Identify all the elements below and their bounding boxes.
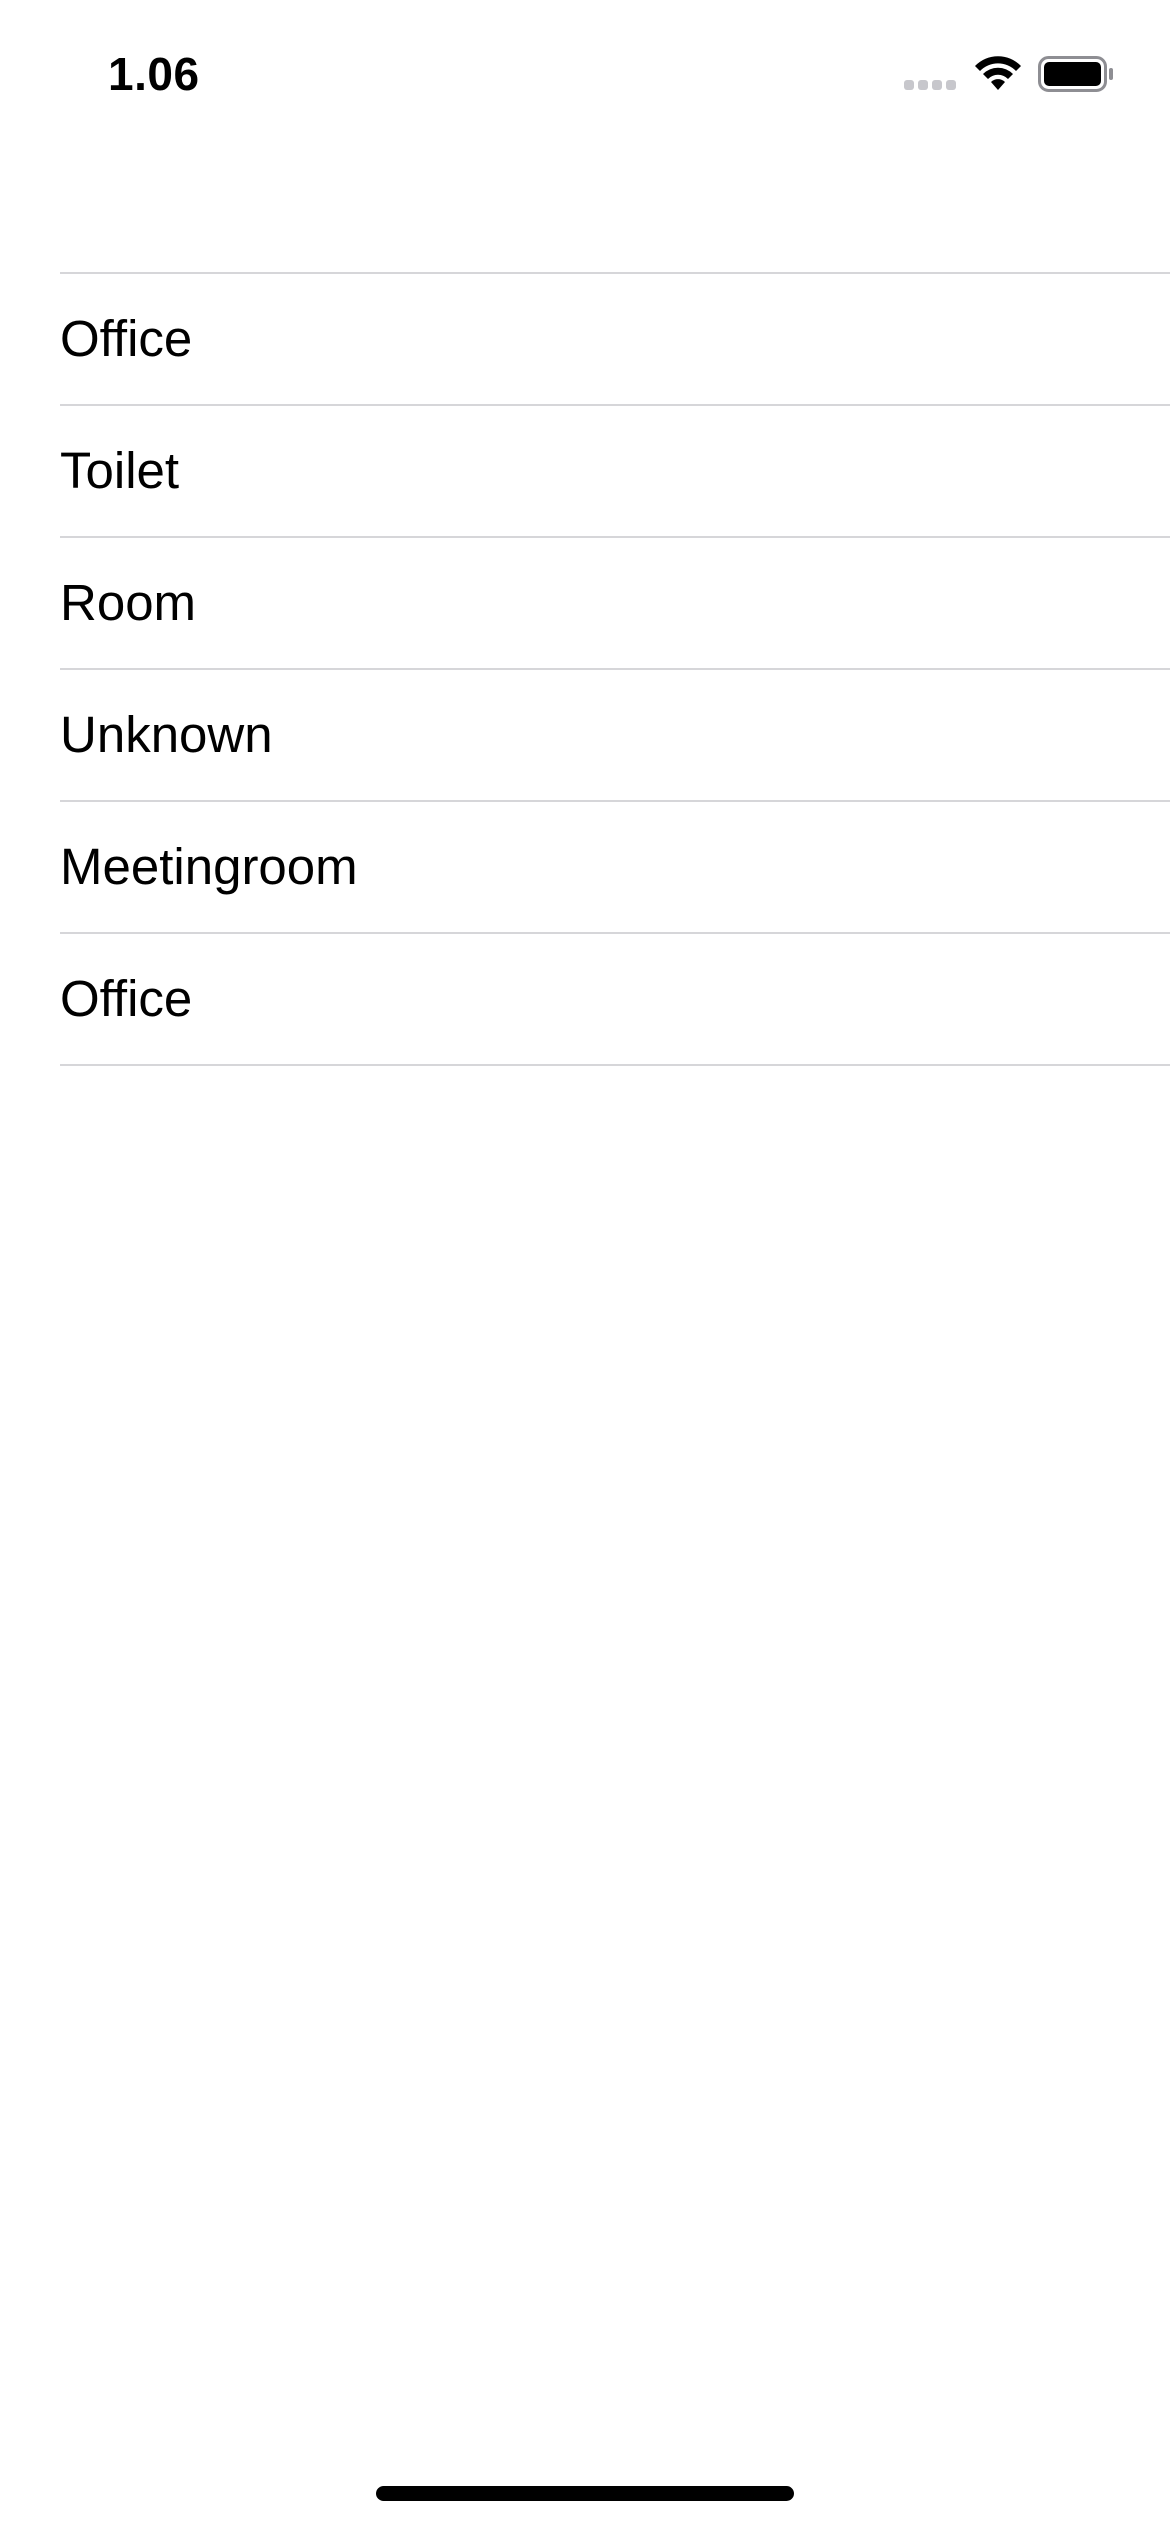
signal-bar — [932, 80, 942, 90]
list-item-label: Meetingroom — [60, 838, 358, 895]
battery-icon — [1038, 56, 1113, 92]
list-item[interactable]: Toilet — [60, 406, 1170, 538]
list-item[interactable]: Office — [60, 934, 1170, 1066]
list-item-label: Toilet — [60, 442, 180, 499]
list-item-label: Office — [60, 310, 193, 367]
signal-bar — [918, 80, 928, 90]
wifi-icon — [975, 56, 1021, 90]
list-item[interactable]: Meetingroom — [60, 802, 1170, 934]
list-item[interactable]: Room — [60, 538, 1170, 670]
signal-bar — [904, 80, 914, 90]
list-item-label: Office — [60, 970, 193, 1027]
list-item-label: Unknown — [60, 706, 273, 763]
status-bar: 1.06 — [0, 0, 1170, 150]
list-item[interactable]: Unknown — [60, 670, 1170, 802]
home-indicator[interactable] — [376, 2486, 794, 2501]
list-item-label: Room — [60, 574, 197, 631]
cellular-signal-icon — [904, 80, 958, 92]
room-list: Office Toilet Room Unknown Meetingroom O… — [60, 272, 1170, 1066]
status-time: 1.06 — [108, 48, 200, 100]
list-item[interactable]: Office — [60, 274, 1170, 406]
signal-bar — [946, 80, 956, 90]
